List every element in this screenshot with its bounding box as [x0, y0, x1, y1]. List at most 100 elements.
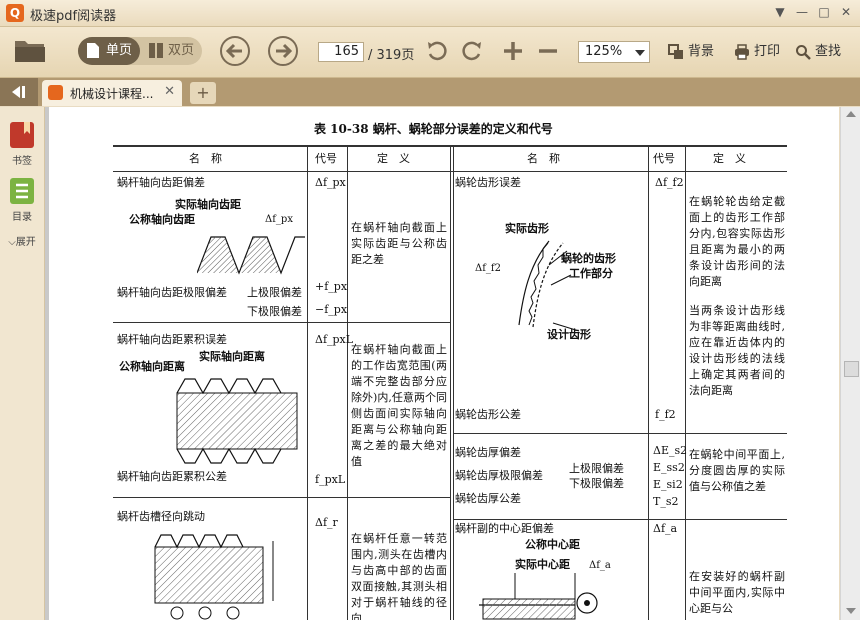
term-sub-label: 下极限偏差 — [569, 477, 624, 490]
header-definition-right: 定 义 — [713, 152, 746, 165]
term-definition: 在蜗轮轮齿给定截面上的齿形工作部分内,包容实际齿形且距离为最小的两条设计齿形间的… — [689, 195, 785, 288]
pitch-deviation-figure — [197, 236, 305, 275]
sidebar-expand-button[interactable]: ⌵展开 — [0, 233, 44, 248]
col-rule-3 — [648, 145, 649, 620]
print-button[interactable]: 打印 — [734, 42, 780, 62]
expand-label: 展开 — [15, 237, 36, 248]
term-name: 蜗杆副的中心距偏差 — [455, 522, 554, 535]
bookmark-icon — [10, 122, 34, 148]
scrollbar-thumb[interactable] — [844, 361, 859, 377]
row-rule-right-1 — [453, 433, 787, 434]
col-rule-4 — [685, 145, 686, 620]
chevron-down-icon — [635, 50, 645, 56]
term-code: E_si2 — [653, 478, 683, 491]
term-name: 蜗杆轴向齿距累积误差 — [117, 333, 227, 346]
term-code: Δf_a — [653, 522, 678, 535]
figure-label: 实际轴向距离 — [199, 350, 265, 363]
figure-label: Δf_px — [265, 214, 293, 225]
zoom-in-icon[interactable] — [502, 40, 524, 62]
prev-page-button[interactable] — [220, 36, 250, 66]
toc-label: 目录 — [12, 212, 32, 223]
new-tab-button[interactable]: + — [190, 82, 216, 104]
term-code: Δf_px — [315, 176, 346, 189]
toc-icon — [10, 178, 34, 204]
maximize-button[interactable]: □ — [814, 3, 834, 21]
figure-label: 公称轴向距离 — [119, 360, 185, 373]
header-definition-left: 定 义 — [377, 152, 410, 165]
zoom-value: 125% — [585, 44, 623, 59]
scroll-up-icon[interactable] — [846, 111, 856, 117]
background-button[interactable]: 背景 — [668, 42, 714, 62]
double-page-button[interactable]: 双页 — [140, 37, 202, 65]
term-code: −f_px — [315, 303, 348, 316]
zoom-out-icon[interactable] — [537, 40, 559, 62]
term-name: 蜗杆轴向齿距偏差 — [117, 176, 205, 189]
print-label: 打印 — [754, 44, 781, 59]
single-page-button[interactable]: 单页 — [78, 37, 140, 65]
open-folder-icon[interactable] — [14, 37, 46, 63]
figure-label: 公称轴向齿距 — [129, 213, 195, 226]
term-name: 蜗杆齿槽径向跳动 — [117, 510, 205, 523]
single-page-label: 单页 — [106, 43, 133, 58]
figure-label: 公称中心距 — [525, 538, 580, 551]
term-code: ΔE_s2 — [653, 444, 688, 457]
page-mode-toggle: 单页 双页 — [78, 37, 202, 65]
term-name: 蜗轮齿厚偏差 — [455, 446, 521, 459]
chevron-down-icon: ⌵ — [8, 237, 16, 248]
term-definition: 当两条设计齿形线为非等距离曲线时,应在靠近齿体内的设计齿形线的法线上确定其两者间… — [689, 304, 785, 397]
rotate-left-icon[interactable] — [426, 40, 448, 62]
close-tab-icon[interactable]: ✕ — [164, 84, 175, 99]
current-page-input[interactable]: 165 — [318, 42, 364, 62]
term-sub-label: 下极限偏差 — [247, 305, 302, 318]
header-name-right: 名 称 — [527, 152, 560, 165]
term-definition: 在蜗杆任意一转范围内,测头在齿槽内与齿高中部的齿面双面接触,其测头相对于蜗杆轴线… — [351, 532, 447, 620]
zoom-select[interactable]: 125% — [578, 41, 650, 63]
term-definition: 在安装好的蜗杆副中间平面内,实际中心距与公 — [689, 570, 785, 615]
term-code: Δf_pxL — [315, 333, 354, 346]
header-code-left: 代号 — [315, 152, 337, 165]
figure-label: Δf_a — [589, 560, 611, 571]
row-rule-left-1 — [113, 322, 450, 323]
double-page-label: 双页 — [168, 43, 195, 58]
search-label: 查找 — [815, 44, 842, 59]
background-label: 背景 — [688, 44, 715, 59]
tab-bar: 机械设计课程... ✕ + — [0, 78, 860, 106]
next-page-button[interactable] — [268, 36, 298, 66]
bookmark-label: 书签 — [12, 156, 32, 167]
col-rule-mid-b — [453, 145, 454, 620]
close-button[interactable]: ✕ — [836, 3, 856, 21]
search-icon — [796, 45, 811, 60]
term-sub-label: 上极限偏差 — [247, 286, 302, 299]
col-rule-mid-a — [450, 145, 451, 620]
term-definition: 在蜗杆轴向截面上的工作齿宽范围(两端不完整齿部分应除外)内,任意两个同侧齿面间实… — [351, 343, 447, 468]
window-title: 极速pdf阅读器 — [30, 9, 117, 24]
menu-dropdown-icon[interactable]: ▼ — [770, 3, 790, 21]
vertical-scrollbar[interactable] — [840, 107, 860, 620]
pdf-file-icon — [48, 85, 63, 100]
sidebar-item-bookmark[interactable]: 书签 — [0, 121, 44, 167]
collapse-sidebar-button[interactable] — [0, 78, 38, 106]
term-code: f_pxL — [315, 473, 346, 486]
term-code: f_f2 — [655, 408, 676, 421]
single-page-icon — [87, 43, 99, 58]
minimize-button[interactable]: — — [792, 3, 812, 21]
toolbar: 单页 双页 165 / 319页 125% 背景 打印 查找 — [0, 27, 860, 78]
rotate-right-icon[interactable] — [461, 40, 483, 62]
sidebar-item-toc[interactable]: 目录 — [0, 177, 44, 223]
sidebar: 书签 目录 ⌵展开 — [0, 107, 45, 620]
term-code: E_ss2 — [653, 461, 685, 474]
search-button[interactable]: 查找 — [795, 42, 841, 62]
document-viewer[interactable]: 表 10-38 蜗杆、蜗轮部分误差的定义和代号 名 称 代号 定 义 名 称 代… — [45, 107, 839, 620]
term-name: 蜗轮齿形误差 — [455, 176, 521, 189]
total-pages-label: / 319页 — [368, 48, 415, 63]
scroll-down-icon[interactable] — [846, 608, 856, 614]
term-code: +f_px — [315, 280, 348, 293]
term-code: Δf_f2 — [655, 176, 684, 189]
term-name: 蜗杆轴向齿距极限偏差 — [117, 286, 227, 299]
document-tab[interactable]: 机械设计课程... ✕ — [42, 80, 182, 106]
background-icon — [668, 44, 683, 59]
term-name: 蜗轮齿厚极限偏差 — [455, 469, 543, 482]
table-caption: 表 10-38 蜗杆、蜗轮部分误差的定义和代号 — [314, 122, 553, 136]
term-name: 蜗杆轴向齿距累积公差 — [117, 470, 227, 483]
term-code: Δf_r — [315, 516, 338, 529]
